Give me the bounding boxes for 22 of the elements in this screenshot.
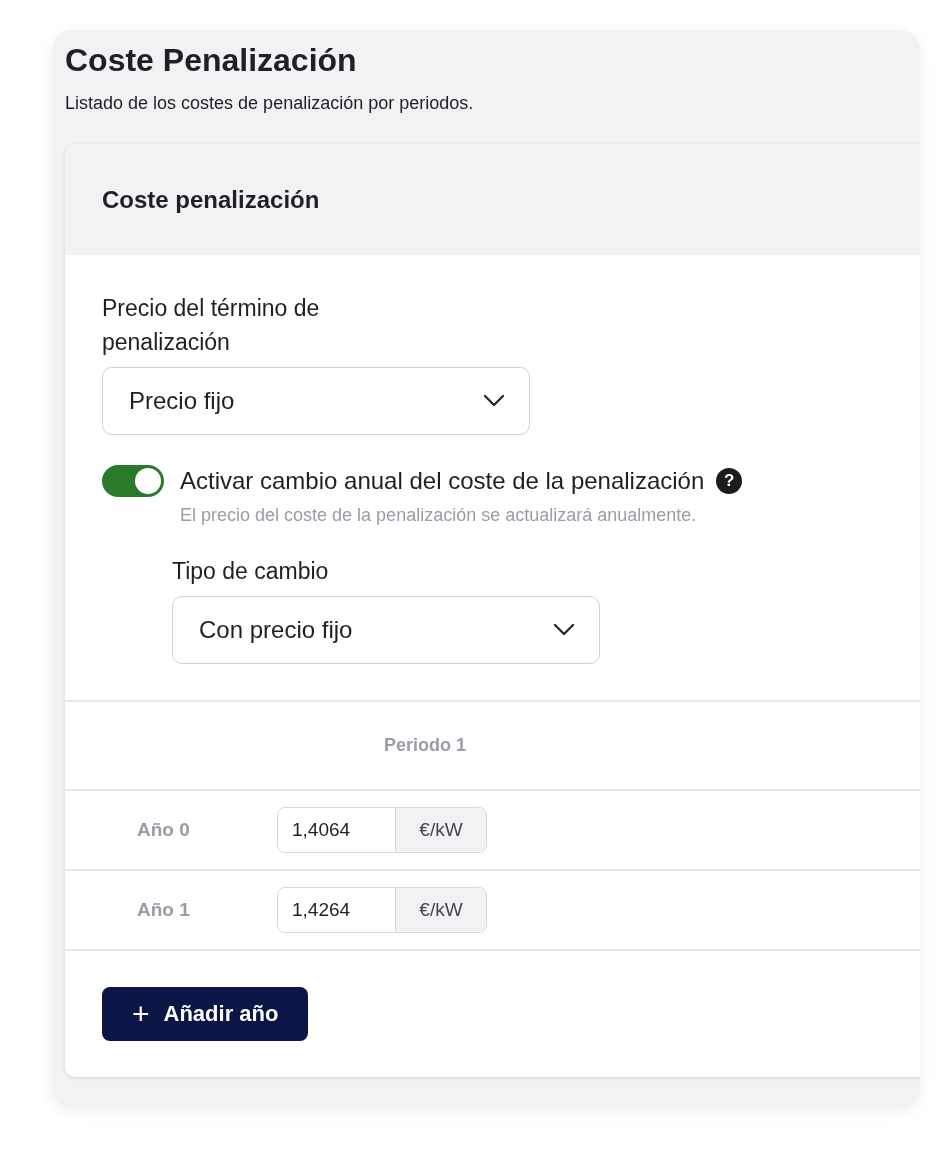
unit-label: €/kW (396, 888, 486, 932)
change-type-select[interactable]: Con precio fijo (172, 596, 600, 664)
price-select[interactable]: Precio fijo (102, 367, 530, 435)
value-field[interactable]: 1,4264 €/kW (277, 887, 487, 933)
page-title: Coste Penalización (65, 41, 358, 80)
plus-icon: + (132, 997, 150, 1031)
unit-label: €/kW (396, 808, 486, 852)
chevron-down-icon (553, 623, 575, 637)
row-label: Año 0 (137, 819, 191, 841)
value-field[interactable]: 1,4064 €/kW (277, 807, 487, 853)
field-label: Precio del término de penalización (102, 294, 321, 357)
toggle-label: Activar cambio anual del coste de la penalización (180, 467, 705, 495)
chevron-down-icon (483, 394, 505, 408)
page-subtitle: Listado de los costes de penalización por periodos. (65, 92, 475, 114)
column-header: Periodo 1 (384, 735, 467, 756)
row-label: Año 1 (137, 899, 191, 921)
add-year-button[interactable]: + Añadir año (102, 987, 309, 1041)
hint-text: El precio del coste de la penalización se actualizará anualmente. (180, 505, 698, 526)
field-label: Tipo de cambio (172, 557, 330, 586)
toggle-switch[interactable] (102, 465, 164, 497)
help-icon[interactable]: ? (716, 468, 743, 494)
card-title: Coste penalización (102, 185, 320, 214)
